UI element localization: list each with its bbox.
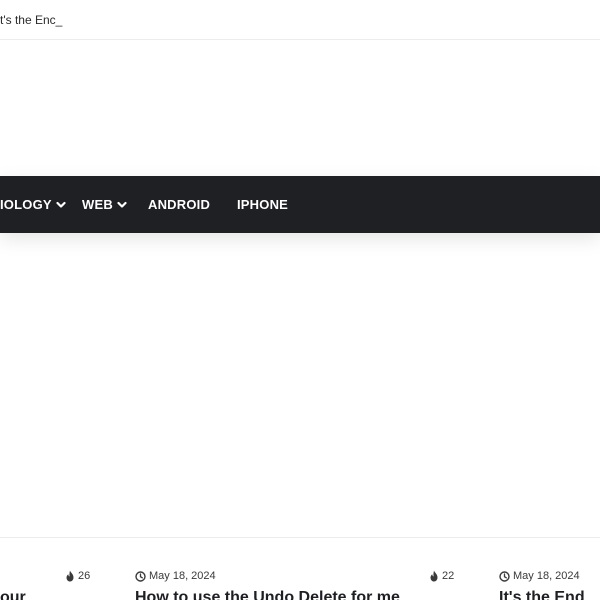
news-ticker: t's the Enc_ bbox=[0, 0, 600, 40]
chevron-down-icon bbox=[117, 200, 127, 210]
flame-icon bbox=[65, 570, 75, 582]
nav-item-web[interactable]: WEB bbox=[82, 176, 127, 233]
post-title[interactable]: It's the End bbox=[499, 589, 600, 600]
post-date: May 18, 2024 bbox=[499, 569, 580, 583]
page: t's the Enc_ IOLOGY WEB ANDROID IPHONE 2… bbox=[0, 0, 600, 600]
main-nav: IOLOGY WEB ANDROID IPHONE bbox=[0, 176, 600, 233]
post-view-count: 26 bbox=[78, 570, 91, 582]
clock-icon bbox=[135, 570, 146, 582]
ticker-headline[interactable]: t's the Enc_ bbox=[0, 13, 62, 27]
nav-item-iphone[interactable]: IPHONE bbox=[237, 176, 288, 233]
nav-item-label: IPHONE bbox=[237, 197, 289, 212]
flame-icon bbox=[429, 570, 439, 582]
post-views: 26 bbox=[65, 569, 90, 583]
post-date: May 18, 2024 bbox=[135, 569, 216, 583]
post-title[interactable]: our bbox=[0, 589, 60, 600]
post-date-text: May 18, 2024 bbox=[149, 570, 216, 582]
nav-item-technology[interactable]: IOLOGY bbox=[0, 176, 66, 233]
post-title[interactable]: How to use the Undo Delete for me bbox=[135, 589, 455, 600]
post-date-text: May 18, 2024 bbox=[513, 570, 580, 582]
nav-item-label: WEB bbox=[82, 197, 113, 212]
nav-item-android[interactable]: ANDROID bbox=[148, 176, 210, 233]
post-views: 22 bbox=[429, 569, 454, 583]
section-divider bbox=[0, 537, 600, 538]
clock-icon bbox=[499, 570, 510, 582]
nav-item-label: ANDROID bbox=[148, 197, 211, 212]
chevron-down-icon bbox=[56, 200, 66, 210]
nav-item-label: IOLOGY bbox=[0, 197, 52, 212]
post-view-count: 22 bbox=[442, 570, 455, 582]
